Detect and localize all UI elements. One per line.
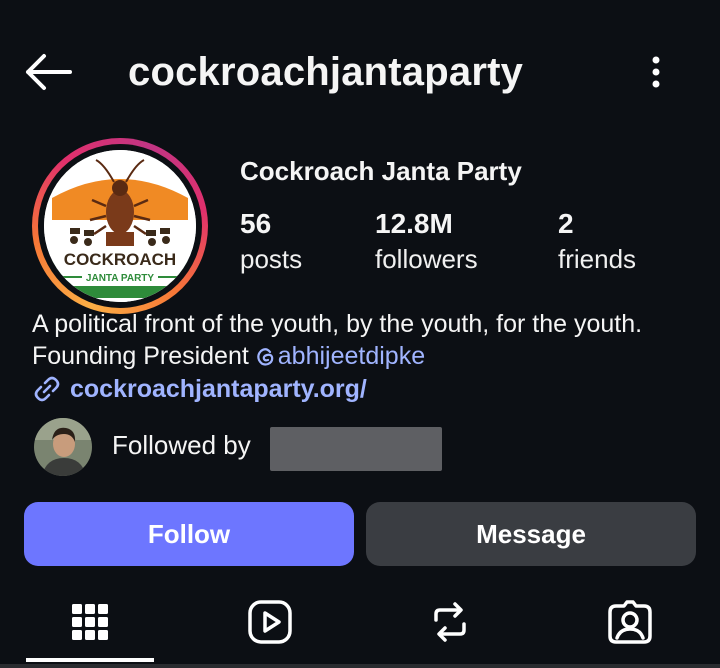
bio-mention-handle: abhijeetdipke — [277, 342, 426, 370]
active-tab-indicator — [26, 658, 154, 662]
tab-tagged[interactable] — [602, 594, 658, 650]
reposts-icon — [434, 602, 466, 642]
content-edge — [0, 664, 720, 668]
reels-icon — [248, 600, 292, 644]
stat-posts[interactable]: 56 posts — [240, 208, 302, 275]
grid-icon — [72, 604, 108, 640]
threads-icon — [257, 348, 274, 366]
profile-bio: A political front of the youth, by the y… — [32, 308, 702, 372]
tab-reels[interactable] — [242, 594, 298, 650]
back-button[interactable] — [22, 50, 74, 94]
logo-line2: JANTA PARTY — [86, 273, 154, 284]
tab-posts-grid[interactable] — [62, 594, 118, 650]
tagged-icon — [608, 600, 652, 644]
message-button[interactable]: Message — [366, 502, 696, 566]
tab-reposts[interactable] — [422, 594, 478, 650]
profile-username: cockroachjantaparty — [128, 50, 524, 94]
stat-followers-value: 12.8M — [375, 208, 453, 239]
follower-avatar[interactable] — [34, 418, 92, 476]
profile-avatar-ring[interactable]: COCKROACH JANTA PARTY — [32, 138, 208, 314]
profile-avatar: COCKROACH JANTA PARTY — [44, 150, 196, 302]
profile-website-link[interactable]: cockroachjantaparty.org/ — [32, 374, 367, 404]
top-bar: cockroachjantaparty — [0, 0, 720, 150]
link-icon — [34, 376, 60, 402]
stat-friends-value: 2 — [558, 208, 574, 239]
stat-friends-label: friends — [558, 244, 637, 274]
bio-mention-link[interactable]: abhijeetdipke — [256, 342, 425, 370]
party-logo: COCKROACH JANTA PARTY — [44, 150, 196, 302]
more-options-button[interactable] — [640, 52, 672, 92]
profile-tab-bar — [0, 580, 720, 668]
stat-followers-label: followers — [375, 244, 478, 274]
stat-posts-label: posts — [240, 244, 303, 274]
follower-photo — [34, 418, 92, 476]
stat-friends[interactable]: 2 friends — [558, 208, 636, 275]
redacted-followers-block — [270, 427, 442, 471]
stat-followers[interactable]: 12.8M followers — [375, 208, 478, 275]
profile-display-name: Cockroach Janta Party — [240, 156, 522, 186]
logo-line1: COCKROACH — [64, 250, 176, 269]
arrow-left-icon — [26, 54, 72, 90]
follow-button[interactable]: Follow — [24, 502, 354, 566]
vertical-dots-icon — [652, 56, 660, 88]
stat-posts-value: 56 — [240, 208, 272, 239]
followed-by-label: Followed by — [112, 430, 251, 460]
website-url: cockroachjantaparty.org/ — [70, 374, 367, 403]
